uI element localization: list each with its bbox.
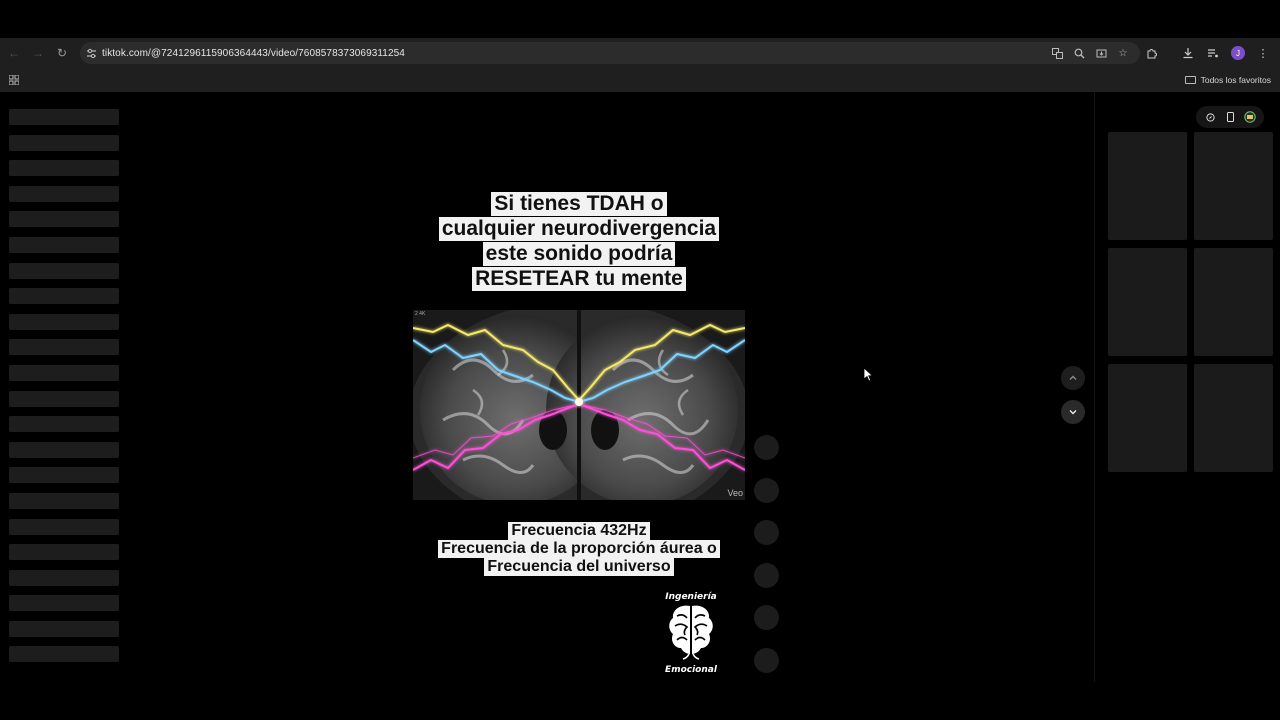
frequency-line: Frecuencia de la proporción áurea o bbox=[438, 540, 720, 558]
previous-video-button[interactable] bbox=[1061, 366, 1085, 390]
skeleton-bar bbox=[9, 211, 119, 228]
next-video-button[interactable] bbox=[1061, 400, 1085, 424]
zoom-icon[interactable] bbox=[1070, 44, 1088, 62]
column-divider bbox=[1094, 92, 1095, 682]
skeleton-bar bbox=[9, 518, 119, 535]
page-extension-toolbar bbox=[1196, 106, 1264, 128]
browser-toolbar: ← → ↻ tiktok.com/@7241296115906364443/vi… bbox=[0, 38, 1280, 68]
chevron-up-icon bbox=[1069, 375, 1077, 380]
skeleton-bar bbox=[9, 288, 119, 305]
profile-initial: J bbox=[1231, 46, 1245, 60]
bookmarks-bar: Todos los favoritos bbox=[0, 68, 1280, 92]
logo-bottom-text: Emocional bbox=[665, 665, 717, 675]
media-control-icon[interactable] bbox=[1202, 42, 1224, 64]
bookmark-star-icon[interactable]: ☆ bbox=[1114, 44, 1132, 62]
brain-logo-icon bbox=[669, 605, 713, 660]
skeleton-bar bbox=[9, 339, 119, 356]
skeleton-bar bbox=[9, 595, 119, 612]
window-top-strip bbox=[0, 0, 1280, 38]
url-text[interactable]: tiktok.com/@7241296115906364443/video/76… bbox=[102, 48, 405, 59]
mouse-cursor-icon bbox=[864, 368, 874, 382]
skeleton-bar bbox=[9, 134, 119, 151]
skeleton-bar bbox=[9, 620, 119, 637]
video-thumbnail-placeholder[interactable] bbox=[1194, 364, 1273, 472]
mri-illustration bbox=[413, 310, 745, 500]
all-bookmarks-folder[interactable]: Todos los favoritos bbox=[1184, 72, 1271, 88]
compass-icon[interactable] bbox=[1203, 110, 1217, 124]
logo-top-text: Ingeniería bbox=[665, 592, 717, 602]
forward-icon[interactable]: → bbox=[27, 42, 49, 64]
extension-logo-icon[interactable] bbox=[1243, 110, 1257, 124]
action-button-placeholder[interactable] bbox=[754, 647, 779, 673]
video-thumbnail-placeholder[interactable] bbox=[1108, 364, 1187, 472]
sidebar-loading-skeleton bbox=[9, 109, 119, 672]
profile-avatar[interactable]: J bbox=[1227, 42, 1249, 64]
skeleton-bar bbox=[9, 441, 119, 458]
phone-icon[interactable] bbox=[1223, 110, 1237, 124]
title-line: Si tienes TDAH o bbox=[491, 192, 667, 216]
brain-mri-image[interactable]: 2 4K Veo bbox=[413, 310, 745, 500]
action-button-placeholder[interactable] bbox=[754, 605, 779, 630]
folder-icon bbox=[1184, 76, 1196, 84]
skeleton-bar bbox=[9, 109, 119, 125]
skeleton-bar bbox=[9, 492, 119, 509]
skeleton-bar bbox=[9, 646, 119, 663]
skeleton-bar bbox=[9, 544, 119, 561]
address-bar[interactable]: tiktok.com/@7241296115906364443/video/76… bbox=[80, 42, 1140, 64]
chevron-down-icon bbox=[1069, 410, 1077, 415]
video-thumbnail-placeholder[interactable] bbox=[1194, 132, 1273, 240]
extensions-icon[interactable] bbox=[1141, 42, 1163, 64]
video-thumbnail-placeholder[interactable] bbox=[1108, 248, 1187, 356]
skeleton-bar bbox=[9, 160, 119, 177]
tiktok-page: Si tienes TDAH o cualquier neurodivergen… bbox=[0, 92, 1280, 720]
action-button-placeholder[interactable] bbox=[754, 562, 779, 588]
bookmark-folder-label: Todos los favoritos bbox=[1200, 75, 1271, 85]
frequency-line: Frecuencia 432Hz bbox=[508, 522, 650, 540]
skeleton-bar bbox=[9, 416, 119, 433]
back-icon[interactable]: ← bbox=[3, 42, 25, 64]
action-button-placeholder[interactable] bbox=[754, 477, 779, 503]
download-icon[interactable] bbox=[1177, 42, 1199, 64]
video-thumbnail-placeholder[interactable] bbox=[1194, 248, 1273, 356]
skeleton-bar bbox=[9, 569, 119, 586]
skeleton-bar bbox=[9, 467, 119, 484]
video-thumbnail-placeholder[interactable] bbox=[1108, 132, 1187, 240]
title-line: RESETEAR tu mente bbox=[472, 267, 686, 291]
action-button-placeholder[interactable] bbox=[754, 435, 779, 460]
title-line: este sonido podría bbox=[482, 242, 676, 266]
kebab-menu-icon[interactable]: ⋮ bbox=[1252, 42, 1274, 64]
skeleton-bar bbox=[9, 185, 119, 202]
related-videos-grid bbox=[1108, 132, 1273, 472]
action-button-placeholder[interactable] bbox=[754, 520, 779, 545]
skeleton-bar bbox=[9, 364, 119, 381]
veo-watermark: Veo bbox=[727, 488, 743, 498]
video-action-bar bbox=[754, 435, 780, 690]
apps-grid-icon[interactable] bbox=[6, 72, 22, 88]
reload-icon[interactable]: ↻ bbox=[51, 42, 73, 64]
frequency-line: Frecuencia del universo bbox=[484, 558, 674, 576]
install-app-icon[interactable] bbox=[1092, 44, 1110, 62]
ingenieria-emocional-logo: Ingeniería Emocional bbox=[662, 592, 720, 682]
video-title-overlay: Si tienes TDAH o cualquier neurodivergen… bbox=[413, 192, 745, 292]
frequency-caption: Frecuencia 432Hz Frecuencia de la propor… bbox=[413, 522, 745, 576]
skeleton-bar bbox=[9, 390, 119, 407]
skeleton-bar bbox=[9, 313, 119, 330]
title-line: cualquier neurodivergencia bbox=[438, 217, 720, 241]
skeleton-bar bbox=[9, 262, 119, 279]
translate-icon[interactable] bbox=[1048, 44, 1066, 62]
site-info-icon[interactable] bbox=[80, 42, 102, 64]
skeleton-bar bbox=[9, 236, 119, 253]
image-tag: 2 4K bbox=[415, 311, 426, 317]
